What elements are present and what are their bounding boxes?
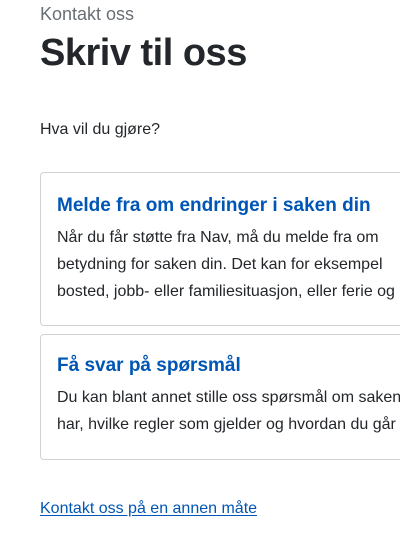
card-description-line: Når du får støtte fra Nav, må du melde f… [57,229,379,246]
page-title: Skriv til oss [40,32,247,74]
question-label: Hva vil du gjøre? [40,121,161,138]
card-description-line: har, hvilke regler som gjelder og hvorda… [57,416,396,433]
card-report-changes-title[interactable]: Melde fra om endringer i saken din [57,194,400,218]
card-report-changes[interactable]: Melde fra om endringer i saken din Når d… [40,172,400,326]
card-description-line: Du kan blant annet stille oss spørsmål o… [57,389,400,406]
card-ask-question-title[interactable]: Få svar på spørsmål [57,354,400,378]
card-ask-question-description: Du kan blant annet stille oss spørsmål o… [57,384,400,438]
card-report-changes-description: Når du får støtte fra Nav, må du melde f… [57,224,400,305]
other-contact-link[interactable]: Kontakt oss på en annen måte [40,499,257,519]
card-ask-question[interactable]: Få svar på spørsmål Du kan blant annet s… [40,334,400,460]
card-description-line: bosted, jobb- eller familiesituasjon, el… [57,283,395,300]
page-eyebrow: Kontakt oss [40,4,135,24]
card-description-line: betydning for saken din. Det kan for eks… [57,256,383,273]
